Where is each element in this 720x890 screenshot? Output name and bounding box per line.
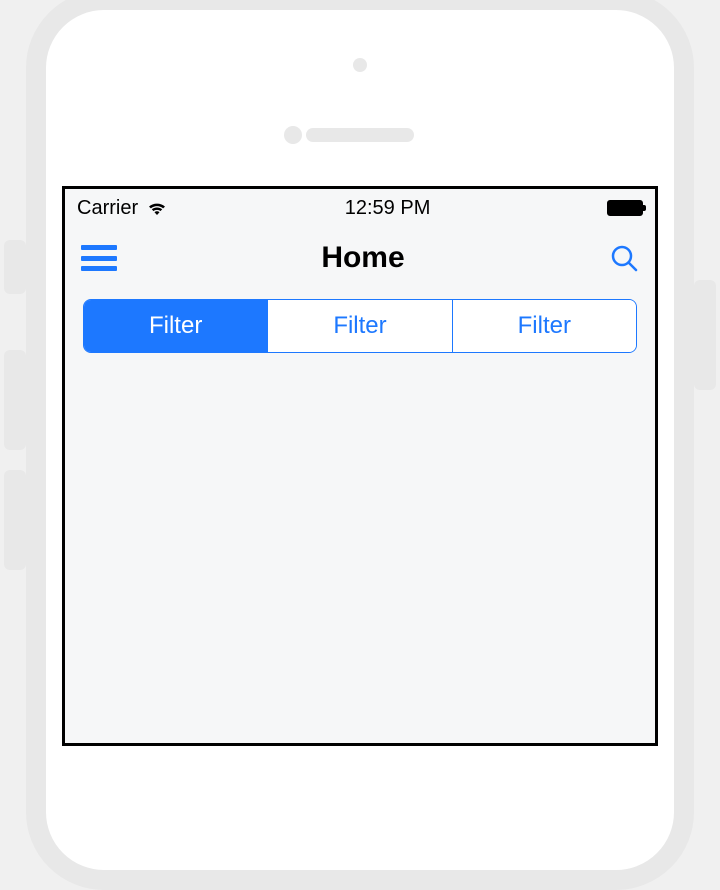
phone-screen: Carrier 12:59 PM Home: [62, 186, 658, 746]
battery-icon: [607, 200, 643, 216]
segment-filter-1[interactable]: Filter: [84, 300, 268, 352]
device-power-button: [694, 280, 716, 390]
page-title: Home: [321, 241, 404, 275]
nav-bar: Home: [65, 227, 655, 289]
status-time: 12:59 PM: [345, 197, 431, 220]
menu-button[interactable]: [81, 245, 117, 271]
segmented-control: Filter Filter Filter: [83, 299, 637, 353]
search-button[interactable]: [609, 243, 639, 273]
device-mute-switch: [4, 240, 26, 294]
status-left: Carrier: [77, 197, 168, 220]
device-sensor: [284, 126, 302, 144]
segment-label: Filter: [518, 312, 571, 340]
hamburger-icon: [81, 266, 117, 271]
device-volume-up: [4, 350, 26, 450]
hamburger-icon: [81, 245, 117, 250]
battery-fill: [609, 202, 641, 214]
carrier-label: Carrier: [77, 197, 138, 220]
status-right: [607, 200, 643, 216]
hamburger-icon: [81, 256, 117, 261]
device-camera: [353, 58, 367, 72]
device-volume-down: [4, 470, 26, 570]
search-icon: [609, 243, 639, 273]
segment-label: Filter: [149, 312, 202, 340]
segment-filter-3[interactable]: Filter: [453, 300, 636, 352]
status-bar: Carrier 12:59 PM: [65, 189, 655, 227]
segment-label: Filter: [333, 312, 386, 340]
segment-filter-2[interactable]: Filter: [268, 300, 452, 352]
device-speaker: [306, 128, 414, 142]
wifi-icon: [146, 199, 168, 217]
